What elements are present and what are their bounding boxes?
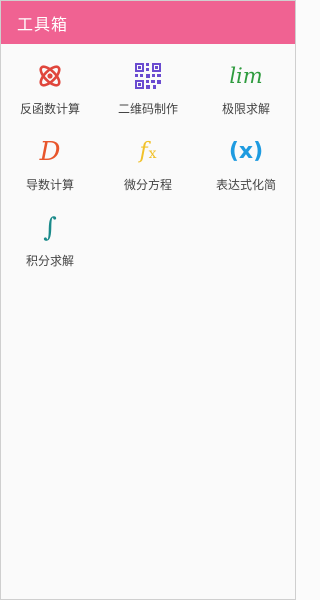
derivative-icon: D [39, 137, 61, 167]
parenthesis-x-icon: (x) [228, 139, 264, 164]
lim-icon: lim [229, 63, 263, 88]
tool-qr-code[interactable]: 二维码制作 [99, 44, 197, 118]
tool-differential-equation[interactable]: fx 微分方程 [99, 120, 197, 194]
integral-icon: ∫ [43, 213, 57, 243]
app-title: 工具箱 [17, 14, 69, 34]
tool-derivative[interactable]: D 导数计算 [1, 120, 99, 194]
qr-code-icon [99, 58, 197, 94]
fx-icon: fx [139, 139, 157, 164]
tool-label: 极限求解 [221, 102, 270, 116]
tool-expression-simplify[interactable]: (x) 表达式化简 [197, 120, 295, 194]
tool-label: 积分求解 [25, 254, 74, 268]
app-window: 工具箱 反函数计算 二维码制作 lim 极限求解 D 导数计算 fx 微分方程 … [0, 0, 296, 600]
tool-label: 表达式化简 [215, 178, 276, 192]
tool-inverse-function[interactable]: 反函数计算 [1, 44, 99, 118]
app-bar: 工具箱 [1, 1, 295, 44]
tool-label: 二维码制作 [117, 102, 178, 116]
tool-limit[interactable]: lim 极限求解 [197, 44, 295, 118]
tool-integral[interactable]: ∫ 积分求解 [1, 196, 99, 270]
tool-label: 微分方程 [123, 178, 172, 192]
tool-label: 导数计算 [25, 178, 74, 192]
tool-label: 反函数计算 [19, 102, 80, 116]
atom-icon [1, 58, 99, 94]
